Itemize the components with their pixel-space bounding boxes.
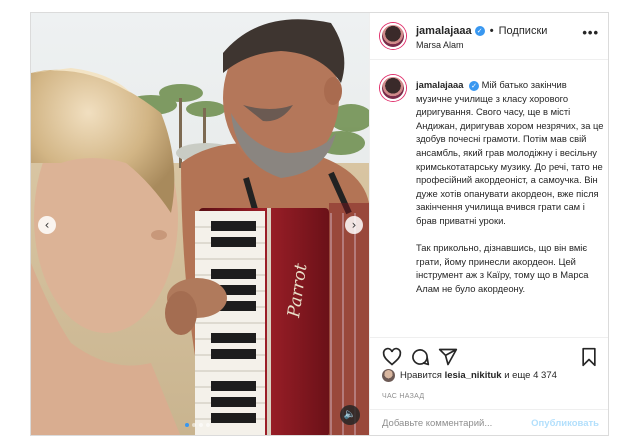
post-header: jamalajaaa ✓ • Подписки Marsa Alam ••• bbox=[370, 13, 608, 60]
chevron-left-icon: ‹ bbox=[44, 218, 50, 232]
next-slide-button[interactable]: › bbox=[345, 216, 363, 234]
location-link[interactable]: Marsa Alam bbox=[416, 40, 464, 50]
likes-prefix: Нравится bbox=[400, 370, 442, 381]
post-modal: Parrot ‹ › 🔈 jamalajaaa ✓ • Подписки Mar… bbox=[30, 12, 609, 436]
caption-username-link[interactable]: jamalajaaa bbox=[416, 79, 463, 90]
header-username-row: jamalajaaa ✓ • Подписки bbox=[416, 25, 547, 37]
following-button[interactable]: Подписки bbox=[499, 25, 548, 37]
publish-button[interactable]: Опубликовать bbox=[531, 418, 599, 429]
verified-badge-icon: ✓ bbox=[474, 26, 485, 37]
sound-toggle-button[interactable]: 🔈 bbox=[340, 405, 360, 425]
previous-slide-button[interactable]: ‹ bbox=[38, 216, 56, 234]
post-media[interactable]: Parrot ‹ › 🔈 bbox=[31, 13, 369, 435]
separator-dot: • bbox=[489, 25, 494, 37]
caption-paragraph: Так прикольно, дізнавшись, що він вміє г… bbox=[416, 242, 589, 294]
carousel-dot bbox=[206, 423, 210, 427]
share-icon[interactable] bbox=[438, 347, 458, 367]
liker-username-link[interactable]: lesia_nikituk bbox=[445, 370, 502, 381]
speaker-icon: 🔈 bbox=[343, 409, 357, 420]
caption-paragraph: Мій батько закінчив музичне училище з кл… bbox=[416, 79, 604, 226]
heart-icon[interactable] bbox=[382, 347, 402, 367]
chevron-right-icon: › bbox=[351, 218, 357, 232]
post-side-panel: jamalajaaa ✓ • Подписки Marsa Alam ••• ja… bbox=[369, 13, 608, 435]
comment-bar: Опубликовать bbox=[370, 409, 608, 435]
liker-avatar bbox=[382, 369, 395, 382]
carousel-dot bbox=[199, 423, 203, 427]
likes-and: и еще bbox=[504, 370, 531, 381]
username-link[interactable]: jamalajaaa bbox=[416, 25, 472, 37]
likes-count-link[interactable]: 4 374 bbox=[533, 370, 557, 381]
caption-area: jamalajaaa ✓ Мій батько закінчив музичне… bbox=[370, 61, 608, 337]
carousel-dot bbox=[185, 423, 189, 427]
bookmark-icon[interactable] bbox=[579, 347, 599, 367]
caption-text: jamalajaaa ✓ Мій батько закінчив музичне… bbox=[416, 78, 604, 309]
comment-icon[interactable] bbox=[410, 347, 430, 367]
likes-summary: Нравится lesia_nikituk и еще 4 374 bbox=[382, 369, 557, 382]
more-options-icon[interactable]: ••• bbox=[582, 25, 599, 40]
avatar[interactable] bbox=[380, 23, 406, 49]
verified-badge-icon: ✓ bbox=[469, 80, 480, 91]
comment-input[interactable] bbox=[382, 418, 532, 429]
photo-illustration: Parrot bbox=[31, 13, 369, 435]
carousel-dot bbox=[192, 423, 196, 427]
carousel-indicator bbox=[185, 423, 210, 427]
post-timestamp[interactable]: ЧАС НАЗАД bbox=[382, 393, 424, 400]
avatar[interactable] bbox=[380, 75, 406, 101]
